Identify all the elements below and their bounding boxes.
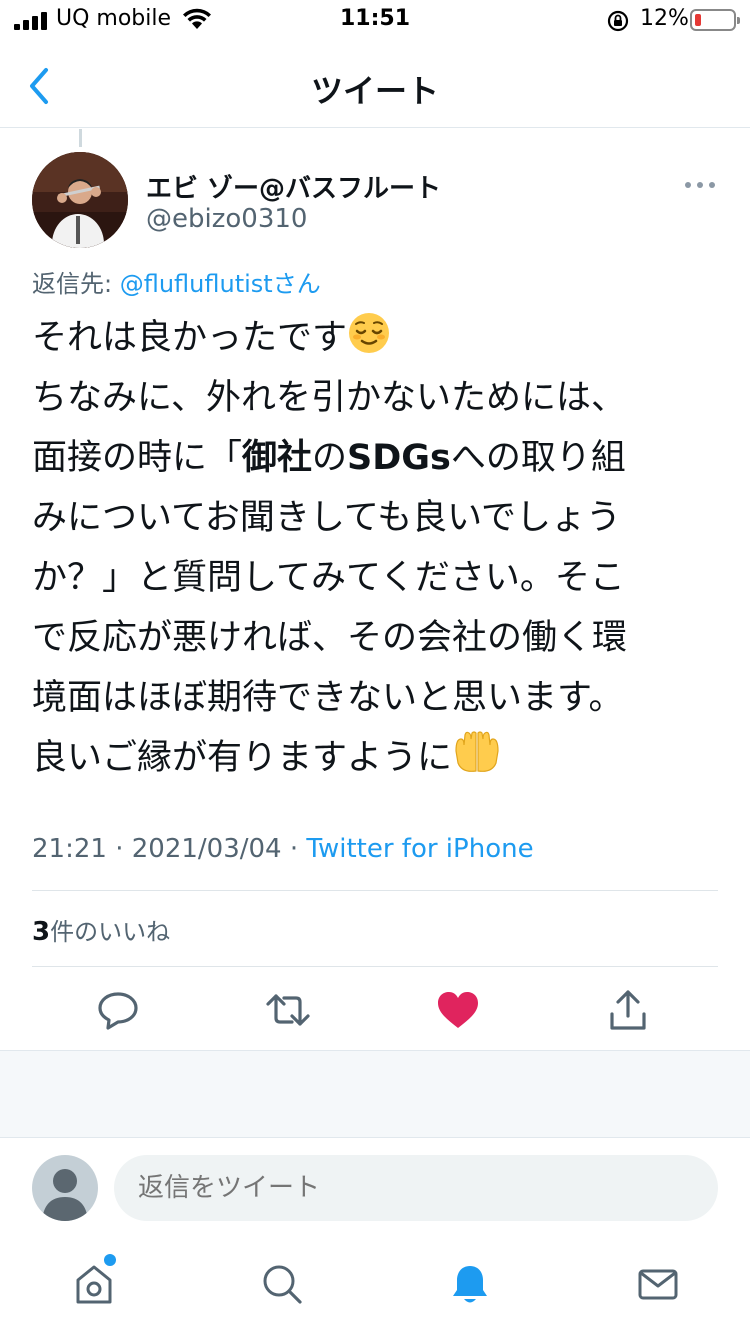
tweet-line-text: 良いご縁が有りますように [32, 738, 453, 778]
divider [32, 890, 718, 891]
like-icon[interactable] [434, 986, 482, 1034]
page-title: ツイート [310, 72, 439, 110]
tweet-line: それは良かったです [32, 308, 722, 368]
battery-percent: 12% [640, 6, 689, 31]
home-icon[interactable] [72, 1262, 116, 1306]
likes-count[interactable]: 3件のいいね [32, 912, 170, 947]
default-avatar-icon [42, 1169, 88, 1221]
tweet-bold-text: 御社 [242, 438, 313, 478]
nav-bar: ツイート [0, 44, 750, 128]
notification-dot [104, 1254, 116, 1266]
tweet-line-text: 面接の時に「 [32, 438, 243, 478]
reply-mention-link[interactable]: @flufluflutist [120, 270, 273, 298]
rotation-lock-icon [607, 10, 629, 32]
clock: 11:51 [339, 6, 411, 31]
separator-band [0, 1050, 750, 1138]
reply-input[interactable] [114, 1155, 718, 1221]
tweet-time: 21:21 [32, 834, 107, 864]
retweet-icon[interactable] [264, 986, 312, 1034]
tweet-line-text: それは良かったです [32, 318, 348, 358]
tweet-line: みについてお聞きしても良いでしょう [32, 498, 622, 538]
share-icon[interactable] [604, 986, 652, 1034]
tweet-date: 2021/03/04 [131, 834, 282, 864]
palms-up-together-icon [455, 731, 499, 772]
tweet-line-text: の [312, 438, 348, 478]
user-handle[interactable]: @ebizo0310 [146, 204, 307, 234]
likes-label: 件のいいね [50, 918, 171, 946]
avatar[interactable] [32, 152, 128, 248]
tweet-line: 面接の時に「御社のSDGsへの取り組 [32, 428, 722, 488]
reply-prefix: 返信先: [32, 270, 120, 298]
tweet-line: か？」と質問してみてください。そこ [32, 558, 625, 598]
reply-avatar [32, 1155, 98, 1221]
tweet-source-link[interactable]: Twitter for iPhone [306, 834, 533, 864]
display-name[interactable]: エビ ゾー@バスフルート [146, 168, 441, 205]
notifications-icon[interactable] [448, 1262, 492, 1306]
messages-icon[interactable] [636, 1262, 680, 1306]
tweet-line: 境面はほぼ期待できないと思います。 [32, 678, 624, 718]
avatar-photo [32, 152, 128, 248]
relieved-face-icon [349, 313, 390, 353]
tweet-line: 良いご縁が有りますように [32, 728, 722, 788]
tweet-line-text: への取り組 [450, 438, 626, 478]
tweet-line: ちなみに、外れを引かないためには、 [32, 378, 626, 418]
tweet-line: で反応が悪ければ、その会社の働く環 [32, 618, 628, 658]
divider [32, 966, 718, 967]
tweet-text: それは良かったです ちなみに、外れを引かないためには、 面接の時に「御社のSDG… [32, 308, 722, 788]
search-icon[interactable] [260, 1262, 304, 1306]
battery-icon [690, 9, 740, 31]
reply-icon[interactable] [94, 986, 142, 1034]
more-options-icon[interactable] [684, 180, 716, 190]
tweet-bold-text: SDGs [347, 438, 451, 478]
tweet-timestamp: 21:21 · 2021/03/04 · Twitter for iPhone [32, 834, 534, 864]
likes-number: 3 [32, 917, 51, 947]
thread-connector-line [79, 129, 82, 147]
replying-to: 返信先: @flufluflutistさん [32, 264, 321, 299]
status-bar: UQ mobile 11:51 12% [0, 0, 750, 44]
reply-suffix: さん [272, 270, 321, 298]
